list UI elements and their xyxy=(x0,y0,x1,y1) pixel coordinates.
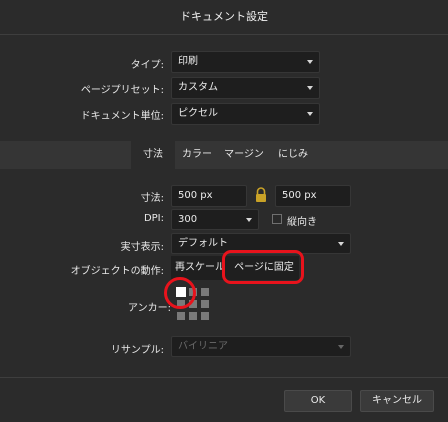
actual-size-label: 実寸表示: xyxy=(120,242,164,253)
preset-value: カスタム xyxy=(178,82,218,93)
preset-dropdown[interactable]: カスタム xyxy=(171,77,320,99)
anchor-cell[interactable] xyxy=(177,312,185,320)
chevron-down-icon xyxy=(307,112,313,116)
tab-bleed[interactable]: にじみ xyxy=(272,141,314,169)
dialog-title: ドキュメント設定 xyxy=(180,10,268,23)
resample-dropdown[interactable]: バイリニア xyxy=(171,336,351,357)
anchor-cell[interactable] xyxy=(201,288,209,296)
chevron-down-icon xyxy=(246,218,252,222)
ok-button[interactable]: OK xyxy=(284,390,352,412)
type-label: タイプ: xyxy=(130,60,164,71)
width-input[interactable]: 500 px xyxy=(171,185,247,207)
lock-icon[interactable] xyxy=(254,187,268,203)
type-dropdown[interactable]: 印刷 xyxy=(171,51,320,73)
tab-margins[interactable]: マージン xyxy=(220,141,268,169)
size-label: 寸法: xyxy=(140,193,164,204)
units-label: ドキュメント単位: xyxy=(80,111,164,122)
tab-dimensions[interactable]: 寸法 xyxy=(131,141,175,169)
highlight-circle xyxy=(164,277,196,309)
height-input[interactable]: 500 px xyxy=(275,185,351,207)
preset-label: ページプリセット: xyxy=(80,85,164,96)
cancel-button[interactable]: キャンセル xyxy=(360,390,434,412)
anchor-cell[interactable] xyxy=(201,300,209,308)
actual-size-value: デフォルト xyxy=(178,238,228,249)
chevron-down-icon xyxy=(307,86,313,90)
units-dropdown[interactable]: ピクセル xyxy=(171,103,320,125)
landscape-label: 縦向き xyxy=(287,217,317,228)
chevron-down-icon xyxy=(338,242,344,246)
dpi-value: 300 xyxy=(178,214,198,225)
units-value: ピクセル xyxy=(178,108,218,119)
type-value: 印刷 xyxy=(178,56,198,67)
chevron-down-icon xyxy=(338,345,344,349)
resample-value: バイリニア xyxy=(178,341,228,352)
footer-divider xyxy=(0,377,448,378)
landscape-checkbox[interactable] xyxy=(272,214,282,224)
anchor-label: アンカー: xyxy=(128,303,171,314)
anchor-cell[interactable] xyxy=(189,312,197,320)
dpi-label: DPI: xyxy=(143,213,164,224)
dpi-dropdown[interactable]: 300 xyxy=(171,209,259,230)
tab-color[interactable]: カラー xyxy=(176,141,218,169)
highlight-ring xyxy=(222,250,304,284)
resample-label: リサンプル: xyxy=(110,345,164,356)
chevron-down-icon xyxy=(307,60,313,64)
title-divider xyxy=(0,34,448,35)
object-action-label: オブジェクトの動作: xyxy=(70,266,164,277)
anchor-cell[interactable] xyxy=(201,312,209,320)
